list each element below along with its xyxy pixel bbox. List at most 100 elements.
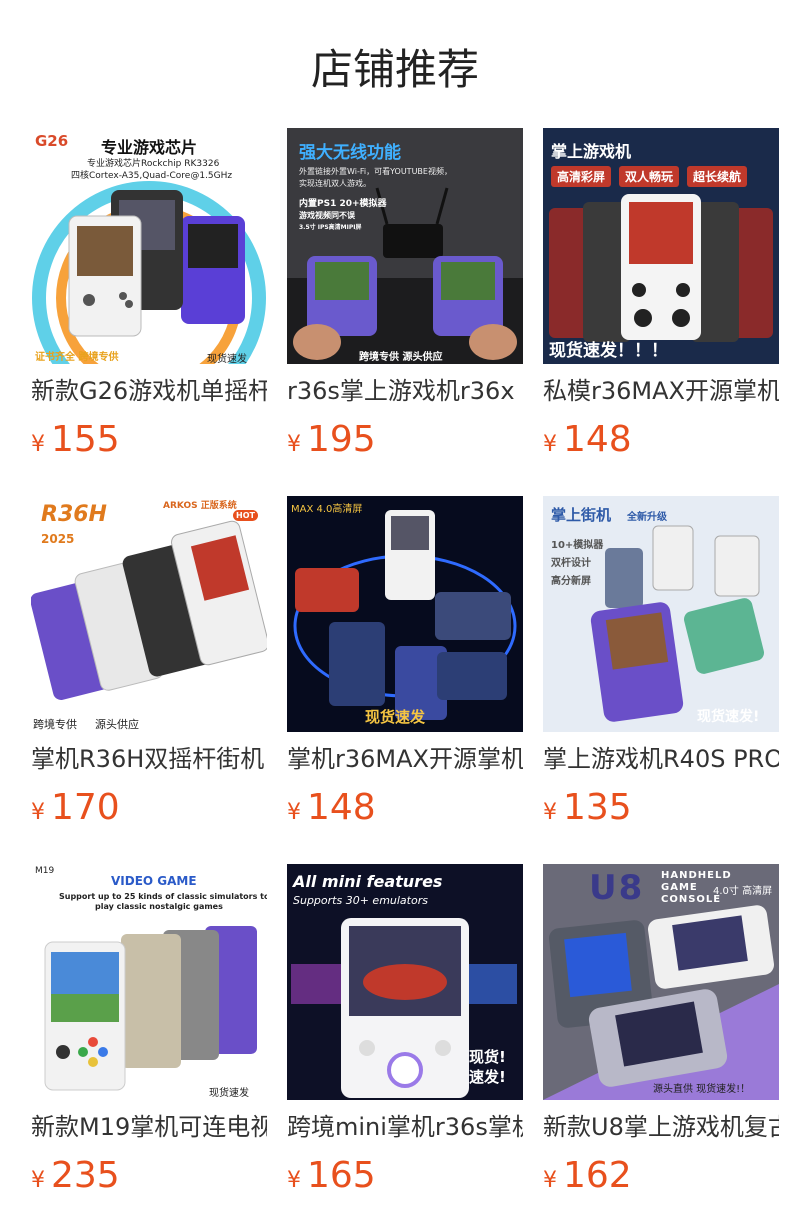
currency-symbol: ¥ xyxy=(543,432,557,457)
currency-symbol: ¥ xyxy=(31,800,45,825)
image-text: 强大无线功能 xyxy=(299,143,401,163)
product-image[interactable]: All mini features Supports 30+ emulators… xyxy=(287,864,523,1100)
price-value: 135 xyxy=(563,787,632,828)
image-text: 掌上游戏机 xyxy=(551,142,632,161)
image-text: 双人畅玩 xyxy=(619,166,680,187)
product-image[interactable]: 掌上街机 全新升级 10+模拟器 双杆设计 高分新屏 现货速发! xyxy=(543,496,779,732)
product-name[interactable]: 跨境mini掌机r36s掌机 xyxy=(287,1110,523,1144)
product-card[interactable]: 掌上街机 全新升级 10+模拟器 双杆设计 高分新屏 现货速发! 掌上游戏机R4… xyxy=(543,496,779,834)
image-text: 双杆设计 xyxy=(551,558,591,569)
product-name[interactable]: 新款U8掌上游戏机复古 xyxy=(543,1110,779,1144)
image-text: 3.5寸 IPS高清MIPI屏 xyxy=(299,224,362,231)
product-card[interactable]: G26 专业游戏芯片 专业游戏芯片Rockchip RK3326 四核Corte… xyxy=(31,128,267,466)
image-text: 现货速发！！！ xyxy=(549,341,668,361)
product-price: ¥195 xyxy=(287,420,523,466)
image-text: 速发! xyxy=(469,1068,506,1086)
product-card[interactable]: 掌上游戏机 高清彩屏 双人畅玩 超长续航 现货速发！！！ 私模r36MAX开源掌… xyxy=(543,128,779,466)
image-text: 四核Cortex-A35,Quad-Core@1.5GHz xyxy=(71,171,233,181)
image-text: 专业游戏芯片 xyxy=(101,138,198,157)
image-text: 证书齐全 跨境专供 xyxy=(35,352,119,363)
currency-symbol: ¥ xyxy=(31,1168,45,1193)
product-image[interactable]: 强大无线功能 外置链接外置Wi-Fi，可看YOUTUBE视频， 实现连机双人游戏… xyxy=(287,128,523,364)
product-price: ¥148 xyxy=(287,788,523,834)
price-value: 155 xyxy=(51,419,120,460)
image-text: 现货! xyxy=(469,1048,506,1066)
product-price: ¥155 xyxy=(31,420,267,466)
currency-symbol: ¥ xyxy=(543,800,557,825)
product-card[interactable]: R36H 2025 ARKOS 正版系统 HOT 跨境专供 源头供应 掌机R36… xyxy=(31,496,267,834)
currency-symbol: ¥ xyxy=(287,800,301,825)
image-text: MAX 4.0高清屏 xyxy=(291,504,363,515)
product-name[interactable]: r36s掌上游戏机r36x xyxy=(287,374,523,408)
image-text: G26 xyxy=(35,132,69,150)
image-text: 内置PS1 20+模拟器 xyxy=(299,199,387,209)
image-text: play classic nostalgic games xyxy=(95,902,223,911)
image-text: 游戏视频同不误 xyxy=(299,211,355,220)
product-price: ¥235 xyxy=(31,1156,267,1202)
product-image[interactable]: G26 专业游戏芯片 专业游戏芯片Rockchip RK3326 四核Corte… xyxy=(31,128,267,364)
page-title: 店铺推荐 xyxy=(310,45,479,94)
image-text: U8 xyxy=(589,868,645,908)
product-card[interactable]: M19 VIDEO GAME Support up to 25 kinds of… xyxy=(31,864,267,1202)
image-text: GAME xyxy=(661,882,698,893)
price-value: 148 xyxy=(307,787,376,828)
image-text: 2025 xyxy=(41,532,75,546)
price-value: 235 xyxy=(51,1155,120,1196)
image-text: 现货速发 xyxy=(209,1088,249,1099)
image-text: 10+模拟器 xyxy=(551,540,604,551)
product-card[interactable]: 强大无线功能 外置链接外置Wi-Fi，可看YOUTUBE视频， 实现连机双人游戏… xyxy=(287,128,523,466)
product-card[interactable]: All mini features Supports 30+ emulators… xyxy=(287,864,523,1202)
image-text: 实现连机双人游戏。 xyxy=(299,179,371,188)
image-text: 源头供应 xyxy=(95,718,139,731)
currency-symbol: ¥ xyxy=(287,1168,301,1193)
product-image[interactable]: R36H 2025 ARKOS 正版系统 HOT 跨境专供 源头供应 xyxy=(31,496,267,732)
product-price: ¥170 xyxy=(31,788,267,834)
image-text: All mini features xyxy=(293,872,443,891)
product-card[interactable]: MAX 4.0高清屏 现货速发 掌机r36MAX开源掌机 ¥148 xyxy=(287,496,523,834)
price-value: 170 xyxy=(51,787,120,828)
product-image[interactable]: MAX 4.0高清屏 现货速发 xyxy=(287,496,523,732)
image-text: 全新升级 xyxy=(627,512,667,523)
image-text: 掌上街机 xyxy=(551,506,612,524)
image-text: 现货速发! xyxy=(697,709,760,725)
price-value: 165 xyxy=(307,1155,376,1196)
product-name[interactable]: 掌机r36MAX开源掌机 xyxy=(287,742,523,776)
currency-symbol: ¥ xyxy=(287,432,301,457)
product-name[interactable]: 新款G26游戏机单摇杆 xyxy=(31,374,267,408)
image-text: VIDEO GAME xyxy=(111,874,197,888)
image-text: HOT xyxy=(233,510,258,521)
product-price: ¥162 xyxy=(543,1156,779,1202)
image-text: 4.0寸 高清屏 xyxy=(713,886,773,897)
product-image[interactable]: 掌上游戏机 高清彩屏 双人畅玩 超长续航 现货速发！！！ xyxy=(543,128,779,364)
image-text: 现货速发 xyxy=(365,708,426,726)
product-price: ¥148 xyxy=(543,420,779,466)
image-text: 超长续航 xyxy=(687,166,748,187)
product-name[interactable]: 掌上游戏机R40S PRO xyxy=(543,742,779,776)
image-text: Support up to 25 kinds of classic simula… xyxy=(59,892,267,901)
image-text: M19 xyxy=(35,866,55,876)
currency-symbol: ¥ xyxy=(543,1168,557,1193)
price-value: 148 xyxy=(563,419,632,460)
product-name[interactable]: 新款M19掌机可连电视 xyxy=(31,1110,267,1144)
image-text: 跨境专供 源头供应 xyxy=(359,352,443,363)
image-text: Supports 30+ emulators xyxy=(293,894,428,907)
price-value: 195 xyxy=(307,419,376,460)
product-image[interactable]: U8 HANDHELD GAME CONSOLE 4.0寸 高清屏 源头直供 现… xyxy=(543,864,779,1100)
image-text: 高分新屏 xyxy=(551,576,591,587)
product-name[interactable]: 私模r36MAX开源掌机 xyxy=(543,374,779,408)
image-text: HANDHELD xyxy=(661,870,732,881)
product-card[interactable]: U8 HANDHELD GAME CONSOLE 4.0寸 高清屏 源头直供 现… xyxy=(543,864,779,1202)
product-price: ¥165 xyxy=(287,1156,523,1202)
image-text: R36H xyxy=(41,502,107,527)
product-name[interactable]: 掌机R36H双摇杆街机 xyxy=(31,742,267,776)
image-text: 高清彩屏 xyxy=(551,166,612,187)
product-image[interactable]: M19 VIDEO GAME Support up to 25 kinds of… xyxy=(31,864,267,1100)
product-price: ¥135 xyxy=(543,788,779,834)
currency-symbol: ¥ xyxy=(31,432,45,457)
image-text: 现货速发 xyxy=(207,354,247,364)
price-value: 162 xyxy=(563,1155,632,1196)
image-text: 跨境专供 xyxy=(33,718,77,731)
image-text: ARKOS 正版系统 xyxy=(163,501,237,511)
image-text: 外置链接外置Wi-Fi，可看YOUTUBE视频， xyxy=(299,167,452,176)
image-text: 源头直供 现货速发!！ xyxy=(653,1084,751,1095)
